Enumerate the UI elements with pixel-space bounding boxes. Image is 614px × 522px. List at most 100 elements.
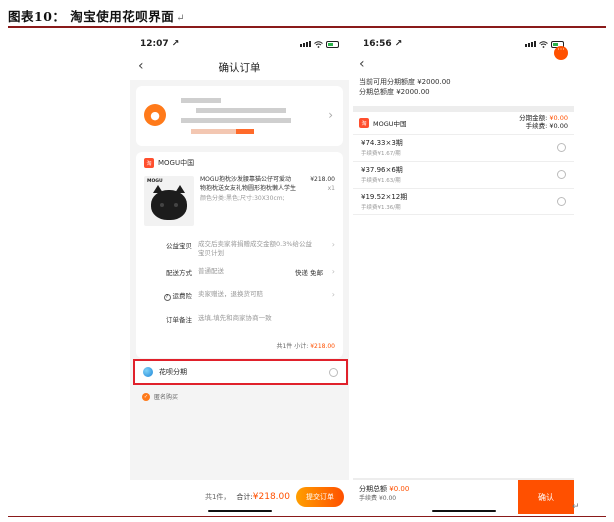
available-limit: 当前可用分期额度 ¥2000.00	[359, 78, 451, 86]
fee-label: 手续费	[359, 495, 378, 502]
confirm-button[interactable]: 确认	[518, 480, 574, 514]
plan-radio[interactable]	[557, 197, 566, 206]
huabei-installment-option[interactable]: 花呗分期	[133, 359, 348, 385]
status-time: 12:07 ↗	[140, 39, 180, 49]
anonymous-label: 匿名购买	[154, 394, 179, 401]
footer-total-amount: ¥218.00	[252, 492, 290, 502]
confirm-order-screen: 12:07 ↗ ‹ 确认订单 ● › 淘 MOGU中国 MOGU MOGU抱枕沙…	[130, 34, 349, 514]
chevron-right-icon: ›	[331, 240, 335, 249]
chevron-right-icon: ›	[331, 290, 335, 299]
product-title: MOGU抱枕沙发腰靠猫公仔可爱动物抱枕送女友礼物圆形抱枕懒人学生	[200, 176, 297, 192]
installment-plan-12[interactable]: ¥19.52×12期 手续费¥1.36/期	[353, 188, 574, 215]
installment-screen: 16:56 ↗ ‹ ··· 当前可用分期额度 ¥2000.00 分期总额度 ¥2…	[353, 34, 574, 514]
row-value: 成交后卖家将捐赠成交金额0.3%给公益宝贝计划	[198, 240, 313, 257]
row-charity[interactable]: 公益宝贝 成交后卖家将捐赠成交金额0.3%给公益宝贝计划 ›	[144, 240, 335, 257]
plan-radio[interactable]	[557, 143, 566, 152]
plan-fee: 手续费¥1.36/期	[361, 205, 401, 211]
installment-plan-3[interactable]: ¥74.33×3期 手续费¥1.67/期	[353, 134, 574, 161]
address-card[interactable]: ● ›	[136, 86, 343, 146]
plan-term: ¥74.33×3期	[361, 139, 403, 147]
location-pin-icon: ●	[144, 104, 166, 126]
plan-fee: 手续费¥1.63/期	[361, 178, 401, 184]
product-price-box: ¥218.00 x1	[310, 176, 335, 193]
footer-total-label: 合计:	[236, 493, 253, 501]
total-value: ¥0.00	[389, 485, 410, 493]
shop-name: MOGU中国	[158, 159, 195, 167]
subtotal-amount: ¥218.00	[310, 343, 335, 350]
taobao-shop-icon: 淘	[359, 118, 369, 128]
plan-radio[interactable]	[557, 170, 566, 179]
row-value: 卖家赠送，退换货可赔	[198, 290, 263, 298]
plan-fee: 手续费¥1.67/期	[361, 151, 401, 157]
shop-name: MOGU中国	[373, 120, 407, 128]
product-image: MOGU	[144, 176, 194, 226]
submit-order-button[interactable]: 提交订单	[296, 487, 344, 507]
footer-total: 合计:¥218.00	[236, 492, 290, 502]
signal-icon	[300, 41, 311, 47]
wifi-icon	[314, 40, 323, 48]
shop-subtotal: 共1件 小计: ¥218.00	[276, 341, 335, 350]
subtotal-count: 共1件	[276, 343, 293, 350]
status-time: 16:56 ↗	[363, 39, 403, 49]
submit-bar: 共1件， 合计:¥218.00 提交订单	[130, 480, 349, 514]
nav-bar: ‹ 确认订单	[130, 54, 349, 80]
shop-header: 淘 MOGU中国	[144, 158, 335, 168]
row-shipping-insurance[interactable]: ? 运费险 卖家赠送，退换货可赔 ›	[144, 290, 335, 301]
huabei-icon	[143, 367, 153, 377]
shop-card: 淘 MOGU中国 MOGU MOGU抱枕沙发腰靠猫公仔可爱动物抱枕送女友礼物圆形…	[136, 152, 343, 358]
battery-icon	[326, 40, 339, 48]
total-limit: 分期总额度 ¥2000.00	[359, 87, 430, 96]
installment-plan-6[interactable]: ¥37.96×6期 手续费¥1.63/期	[353, 161, 574, 188]
plan-term: ¥19.52×12期	[361, 193, 408, 201]
row-order-note[interactable]: 订单备注 选填,填先和商家协商一致	[144, 314, 335, 324]
row-label: ? 运费险	[144, 290, 198, 301]
product-image-brand: MOGU	[147, 179, 163, 184]
row-delivery[interactable]: 配送方式 普通配送 快递 免邮 ›	[144, 267, 335, 277]
back-button[interactable]: ‹	[138, 58, 144, 74]
address-blurred-line	[236, 129, 254, 134]
installment-summary: 分期总额 ¥0.00 手续费 ¥0.00	[353, 480, 518, 514]
footnote-return-mark: ↵	[572, 502, 580, 512]
order-note-input[interactable]: 选填,填先和商家协商一致	[198, 314, 318, 323]
status-bar: 16:56 ↗	[353, 34, 574, 54]
anonymous-purchase[interactable]: ✓ 匿名购买	[142, 392, 178, 401]
wifi-icon	[539, 40, 548, 48]
row-label-text: 运费险	[172, 292, 193, 300]
installment-amount-box: 分期金额: ¥0.00 手续费: ¥0.00	[519, 114, 568, 130]
product-item[interactable]: MOGU MOGU抱枕沙发腰靠猫公仔可爱动物抱枕送女友礼物圆形抱枕懒人学生 颜色…	[144, 176, 335, 226]
address-blurred-line	[181, 118, 291, 123]
huabei-label: 花呗分期	[159, 368, 187, 376]
row-right-value: 快递 免邮	[294, 269, 323, 277]
chevron-right-icon: ›	[331, 267, 335, 276]
signal-icon	[525, 41, 536, 47]
subtotal-label: 小计:	[294, 343, 309, 350]
status-bar: 12:07 ↗	[130, 34, 349, 54]
taobao-shop-icon: 淘	[144, 158, 154, 168]
fee-value: ¥0.00	[378, 495, 397, 502]
caption-rule	[8, 26, 606, 28]
product-spec: 颜色分类:黑色;尺寸:30X30cm;	[200, 195, 285, 202]
total-label: 分期总额	[359, 485, 387, 493]
row-label: 配送方式	[166, 269, 192, 277]
address-blurred-line	[181, 98, 221, 103]
row-label: 公益宝贝	[166, 242, 192, 250]
product-price: ¥218.00	[310, 176, 335, 183]
credit-limits: 当前可用分期额度 ¥2000.00 分期总额度 ¥2000.00	[353, 76, 574, 106]
back-button[interactable]: ‹	[359, 56, 365, 72]
home-indicator	[207, 510, 272, 512]
more-icon[interactable]: ···	[554, 46, 568, 60]
bottom-rule	[8, 516, 606, 517]
check-icon: ✓	[142, 392, 150, 401]
product-qty: x1	[327, 184, 335, 192]
plan-term: ¥37.96×6期	[361, 166, 403, 174]
fee-label: 手续费:	[525, 121, 548, 130]
row-label: 订单备注	[166, 316, 192, 324]
huabei-radio[interactable]	[329, 367, 338, 377]
caption-title: 图表10： 淘宝使用花呗界面	[8, 9, 175, 24]
product-info: MOGU抱枕沙发腰靠猫公仔可爱动物抱枕送女友礼物圆形抱枕懒人学生 颜色分类:黑色…	[200, 176, 296, 226]
caption-return-mark: ↵	[176, 13, 186, 24]
home-indicator	[431, 510, 496, 512]
installment-footer: 分期总额 ¥0.00 手续费 ¥0.00 确认	[353, 480, 574, 514]
page-title: 确认订单	[218, 61, 261, 74]
address-blurred-line	[196, 108, 286, 113]
